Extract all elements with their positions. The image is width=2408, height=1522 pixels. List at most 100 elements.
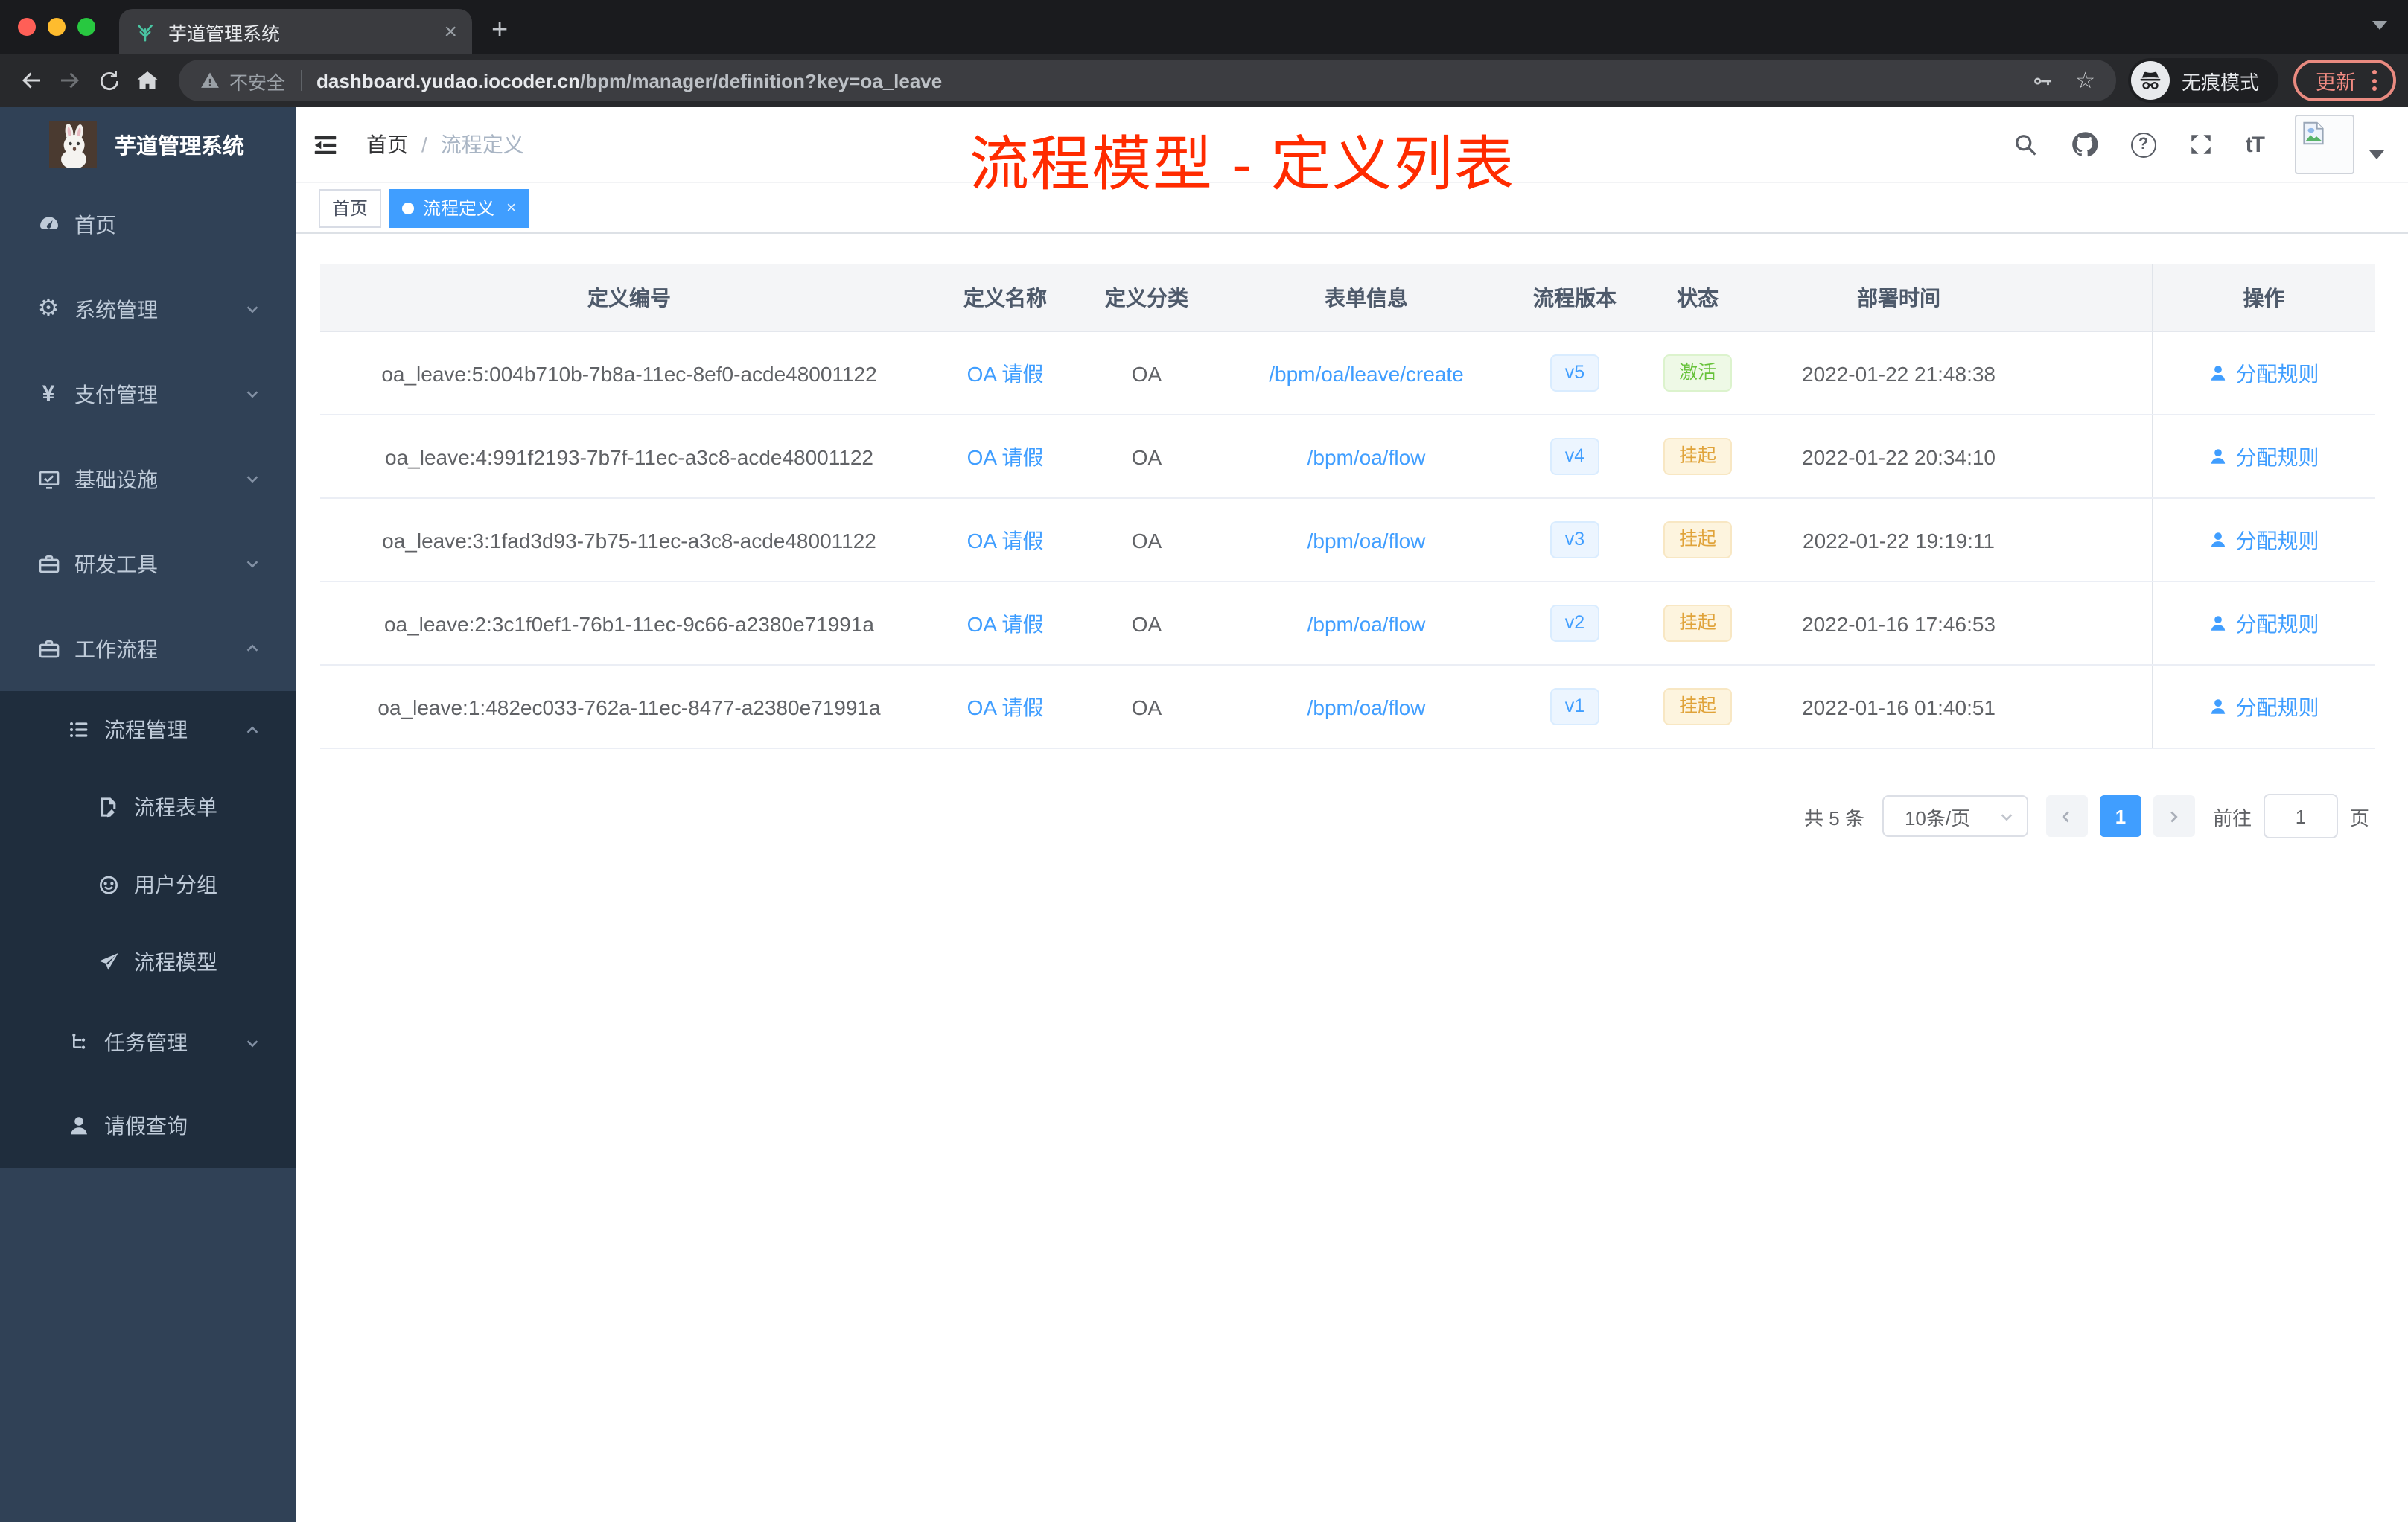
url-domain[interactable]: dashboard.yudao.iocoder.cn xyxy=(316,69,580,92)
assign-rule-button[interactable]: 分配规则 xyxy=(2209,442,2319,471)
form-info-link[interactable]: /bpm/oa/flow xyxy=(1307,611,1426,635)
assign-rule-button[interactable]: 分配规则 xyxy=(2209,358,2319,388)
security-warning-icon[interactable] xyxy=(200,70,220,91)
sidebar-collapse-icon[interactable] xyxy=(311,130,340,159)
form-info-link[interactable]: /bpm/oa/leave/create xyxy=(1269,361,1464,385)
sidebar-item-1[interactable]: 首页 xyxy=(0,182,296,267)
browser-menu-icon[interactable] xyxy=(2372,70,2377,91)
password-key-icon[interactable] xyxy=(2029,68,2054,93)
cell-status: 挂起 xyxy=(1638,665,1757,749)
definition-name-link[interactable]: OA 请假 xyxy=(967,445,1044,468)
incognito-badge: 无痕模式 xyxy=(2127,58,2278,103)
sidebar-item-label: 系统管理 xyxy=(74,297,158,321)
window-controls xyxy=(18,18,95,36)
status-badge: 挂起 xyxy=(1663,605,1731,642)
cell-form-info: /bpm/oa/flow xyxy=(1221,665,1512,749)
sidebar-item-2[interactable]: ⚙ 系统管理 xyxy=(0,267,296,351)
col-status: 状态 xyxy=(1638,264,1757,332)
tab-close-icon[interactable]: × xyxy=(444,20,457,42)
cell-form-info: /bpm/oa/flow xyxy=(1221,498,1512,582)
breadcrumb-separator: / xyxy=(421,133,427,156)
cell-definition-category: OA xyxy=(1072,665,1221,749)
chevron-down-icon xyxy=(244,1034,261,1051)
cell-form-info: /bpm/oa/leave/create xyxy=(1221,331,1512,415)
sidebar-item-10[interactable]: 流程模型 xyxy=(0,923,296,1001)
col-definition-id: 定义编号 xyxy=(320,264,938,332)
form-info-link[interactable]: /bpm/oa/flow xyxy=(1307,445,1426,468)
fullscreen-icon[interactable] xyxy=(2188,131,2214,158)
chevron-down-icon xyxy=(244,555,261,572)
tag-process-definition[interactable]: 流程定义 × xyxy=(389,188,529,227)
window-close-button[interactable] xyxy=(18,18,36,36)
sidebar-item-9[interactable]: 用户分组 xyxy=(0,846,296,923)
send-icon xyxy=(95,949,121,975)
assign-rule-button[interactable]: 分配规则 xyxy=(2209,692,2319,722)
definition-name-link[interactable]: OA 请假 xyxy=(967,695,1044,719)
sidebar-logo-row[interactable]: 芋道管理系统 xyxy=(0,107,296,182)
home-button[interactable] xyxy=(128,61,167,100)
goto-page-input[interactable] xyxy=(2263,794,2338,838)
cell-actions: 分配规则 xyxy=(2151,331,2375,415)
chevron-right-icon xyxy=(2171,810,2179,822)
window-minimize-button[interactable] xyxy=(48,18,66,36)
definition-name-link[interactable]: OA 请假 xyxy=(967,361,1044,385)
cell-definition-id: oa_leave:1:482ec033-762a-11ec-8477-a2380… xyxy=(320,665,938,749)
screen: 芋道管理系统 × + 不安全 dashboard.yudao.iocoder.c… xyxy=(0,0,2408,1522)
sidebar-item-label: 基础设施 xyxy=(74,467,158,491)
sidebar-item-label: 支付管理 xyxy=(74,382,158,406)
reload-button[interactable] xyxy=(89,61,128,100)
sidebar-item-8[interactable]: 流程表单 xyxy=(0,768,296,846)
user-icon xyxy=(2209,697,2229,716)
sidebar-item-label: 流程模型 xyxy=(134,950,217,974)
sidebar-item-12[interactable]: 请假查询 xyxy=(0,1084,296,1168)
sidebar-item-label: 请假查询 xyxy=(104,1114,188,1138)
sidebar-item-5[interactable]: 研发工具 xyxy=(0,521,296,606)
sidebar-item-7[interactable]: 流程管理 xyxy=(0,691,296,768)
avatar[interactable] xyxy=(2295,115,2354,174)
browser-tab[interactable]: 芋道管理系统 × xyxy=(119,9,472,54)
github-icon[interactable] xyxy=(2070,130,2100,159)
active-tag-dot xyxy=(402,202,415,214)
sidebar-item-4[interactable]: 基础设施 xyxy=(0,436,296,521)
breadcrumb-home[interactable]: 首页 xyxy=(366,130,408,159)
font-size-icon[interactable]: tT xyxy=(2246,132,2265,157)
tag-close-icon[interactable]: × xyxy=(506,199,516,217)
cell-definition-name: OA 请假 xyxy=(938,582,1072,666)
tab-search-caret-icon[interactable] xyxy=(2372,21,2387,30)
forward-button[interactable] xyxy=(51,61,89,100)
user-icon xyxy=(2209,363,2229,383)
definition-name-link[interactable]: OA 请假 xyxy=(967,528,1044,552)
user-icon xyxy=(2209,447,2229,466)
form-info-link[interactable]: /bpm/oa/flow xyxy=(1307,695,1426,719)
assign-rule-button[interactable]: 分配规则 xyxy=(2209,525,2319,555)
address-bar[interactable]: 不安全 dashboard.yudao.iocoder.cn/bpm/manag… xyxy=(179,60,2116,101)
tag-home[interactable]: 首页 xyxy=(319,188,382,227)
security-label[interactable]: 不安全 xyxy=(229,66,285,95)
form-info-link[interactable]: /bpm/oa/flow xyxy=(1307,528,1426,552)
sidebar-menu: 首页 ⚙ 系统管理 ¥ 支付管理基础设施研发工具 工作流程 流程管理 流程表单 用户分组流程模型… xyxy=(0,182,296,1168)
next-page-button[interactable] xyxy=(2153,795,2195,837)
update-button[interactable]: 更新 xyxy=(2293,60,2396,101)
window-zoom-button[interactable] xyxy=(77,18,95,36)
avatar-caret-icon[interactable] xyxy=(2369,150,2384,159)
incognito-label: 无痕模式 xyxy=(2181,71,2259,93)
version-badge: v4 xyxy=(1549,438,1600,475)
url-path[interactable]: /bpm/manager/definition?key=oa_leave xyxy=(580,69,942,92)
back-button[interactable] xyxy=(12,61,51,100)
bookmark-star-icon[interactable]: ☆ xyxy=(2075,69,2095,92)
definition-name-link[interactable]: OA 请假 xyxy=(967,611,1044,635)
cell-process-version: v3 xyxy=(1512,498,1638,582)
cell-definition-name: OA 请假 xyxy=(938,498,1072,582)
sidebar-item-3[interactable]: ¥ 支付管理 xyxy=(0,351,296,436)
sidebar-item-label: 任务管理 xyxy=(104,1031,188,1054)
new-tab-button[interactable]: + xyxy=(491,9,508,54)
sidebar-item-6[interactable]: 工作流程 xyxy=(0,606,296,691)
assign-rule-label: 分配规则 xyxy=(2235,445,2319,468)
search-icon[interactable] xyxy=(2012,131,2039,158)
assign-rule-button[interactable]: 分配规则 xyxy=(2209,608,2319,638)
page-size-select[interactable]: 10条/页 xyxy=(1882,795,2028,837)
help-icon[interactable]: ? xyxy=(2130,132,2156,157)
prev-page-button[interactable] xyxy=(2045,795,2088,837)
sidebar-item-11[interactable]: 任务管理 xyxy=(0,1001,296,1084)
current-page-button[interactable]: 1 xyxy=(2099,795,2141,837)
